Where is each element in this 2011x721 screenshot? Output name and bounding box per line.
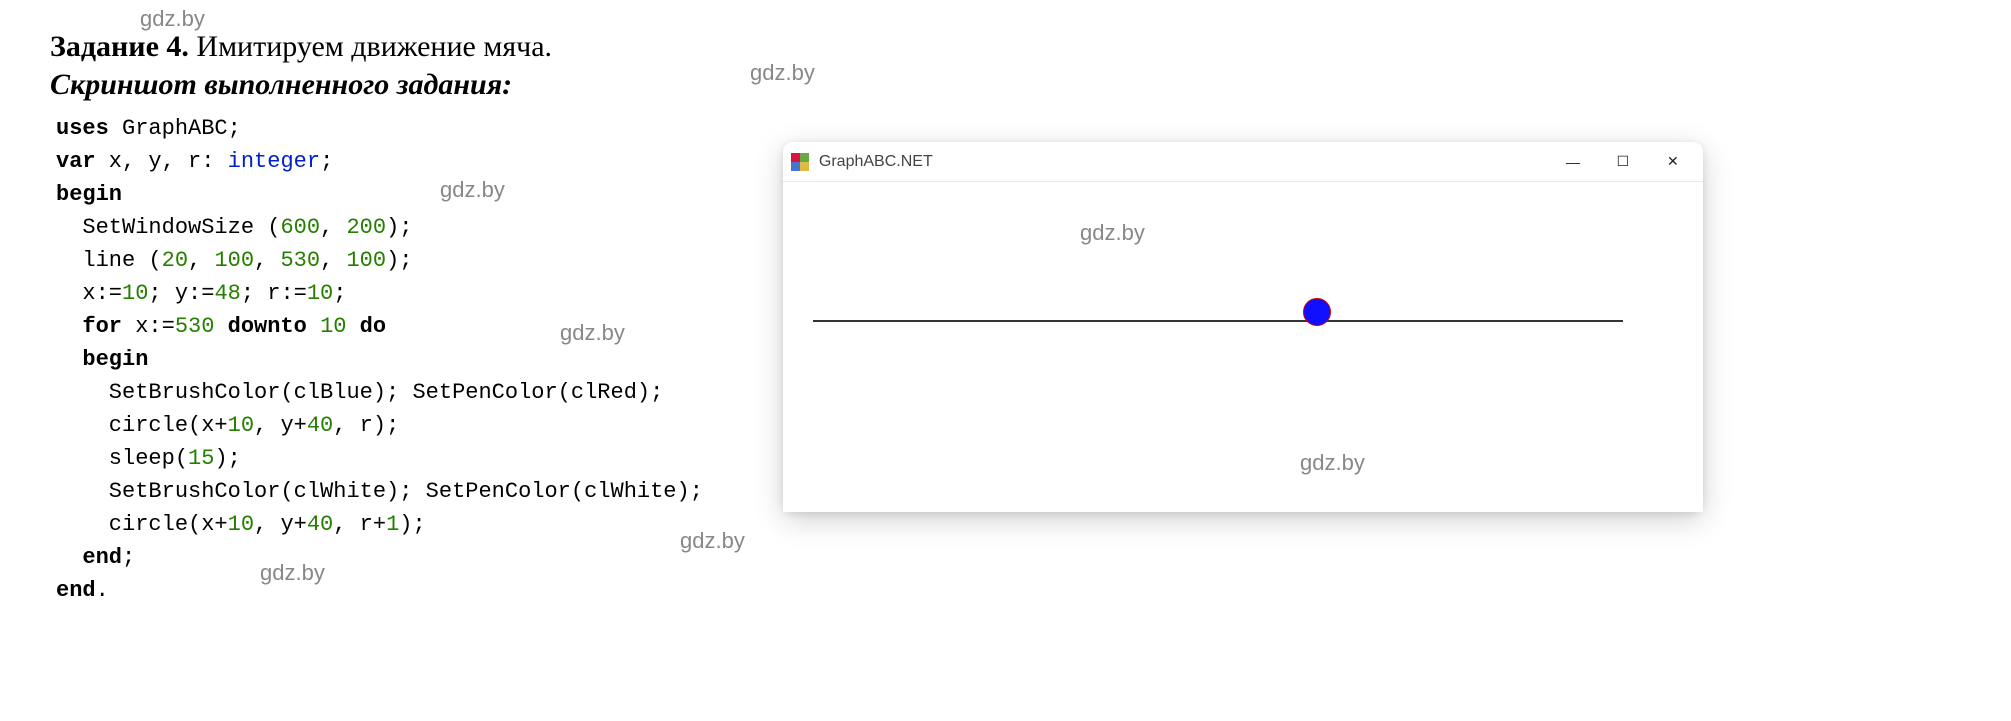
- code-text: sleep(: [56, 446, 188, 471]
- code-text: );: [386, 215, 412, 240]
- kw-for: for: [82, 314, 122, 339]
- screenshot-subheading: Скриншот выполненного задания:: [50, 68, 1961, 102]
- task-number: Задание 4.: [50, 30, 189, 63]
- code-text: , r);: [333, 413, 399, 438]
- code-text: line (: [56, 248, 162, 273]
- code-text: x:=: [122, 314, 175, 339]
- num: 600: [280, 215, 320, 240]
- num: 40: [307, 512, 333, 537]
- kw-var: var: [56, 149, 96, 174]
- num: 10: [320, 314, 346, 339]
- window-title: GraphABC.NET: [819, 153, 1561, 171]
- code-text: [346, 314, 359, 339]
- task-title: Имитируем движение мяча.: [189, 30, 552, 63]
- kw-end: end: [56, 545, 122, 570]
- app-icon: [791, 153, 809, 171]
- num: 15: [188, 446, 214, 471]
- code-text: ;: [320, 149, 333, 174]
- ball-icon: [1303, 298, 1331, 326]
- num: 530: [280, 248, 320, 273]
- window-controls: — ☐ ✕: [1561, 150, 1695, 174]
- code-text: ;: [122, 545, 135, 570]
- code-text: SetBrushColor(clWhite); SetPenColor(clWh…: [56, 479, 703, 504]
- num: 10: [307, 281, 333, 306]
- kw-do: do: [360, 314, 386, 339]
- watermark: gdz.by: [1080, 220, 1145, 246]
- code-text: , r+: [333, 512, 386, 537]
- num: 48: [214, 281, 240, 306]
- code-text: );: [399, 512, 425, 537]
- close-button[interactable]: ✕: [1661, 150, 1685, 174]
- kw-uses: uses: [56, 116, 109, 141]
- num: 100: [214, 248, 254, 273]
- code-text: circle(x+: [56, 512, 228, 537]
- code-text: ; y:=: [148, 281, 214, 306]
- code-text: ,: [188, 248, 214, 273]
- num: 40: [307, 413, 333, 438]
- watermark: gdz.by: [750, 60, 815, 86]
- num: 200: [346, 215, 386, 240]
- code-block: uses GraphABC; var x, y, r: integer; beg…: [50, 112, 703, 607]
- code-text: [307, 314, 320, 339]
- icon-sq: [791, 162, 800, 171]
- task-heading: Задание 4. Имитируем движение мяча.: [50, 30, 1961, 64]
- code-text: SetWindowSize (: [56, 215, 280, 240]
- code-text: GraphABC;: [109, 116, 241, 141]
- code-text: ,: [254, 248, 280, 273]
- type-integer: integer: [228, 149, 320, 174]
- ground-line: [813, 320, 1623, 322]
- num: 10: [228, 413, 254, 438]
- kw-begin: begin: [56, 182, 122, 207]
- watermark: gdz.by: [680, 528, 745, 554]
- maximize-button[interactable]: ☐: [1611, 150, 1635, 174]
- code-text: ;: [333, 281, 346, 306]
- icon-sq: [791, 153, 800, 162]
- watermark: gdz.by: [560, 320, 625, 346]
- graph-window: GraphABC.NET — ☐ ✕: [783, 142, 1703, 512]
- kw-begin: begin: [56, 347, 148, 372]
- code-text: circle(x+: [56, 413, 228, 438]
- code-text: .: [96, 578, 109, 603]
- kw-end: end: [56, 578, 96, 603]
- code-text: ,: [320, 248, 346, 273]
- code-text: );: [214, 446, 240, 471]
- content-row: uses GraphABC; var x, y, r: integer; beg…: [50, 112, 1961, 607]
- code-text: [214, 314, 227, 339]
- code-text: ,: [320, 215, 346, 240]
- minimize-button[interactable]: —: [1561, 150, 1585, 174]
- kw-downto: downto: [228, 314, 307, 339]
- num: 1: [386, 512, 399, 537]
- watermark: gdz.by: [140, 6, 205, 32]
- num: 530: [175, 314, 215, 339]
- num: 10: [228, 512, 254, 537]
- watermark: gdz.by: [440, 177, 505, 203]
- num: 10: [122, 281, 148, 306]
- code-text: , y+: [254, 413, 307, 438]
- code-text: x:=: [56, 281, 122, 306]
- num: 20: [162, 248, 188, 273]
- code-text: );: [386, 248, 412, 273]
- code-text: [56, 314, 82, 339]
- icon-sq: [800, 153, 809, 162]
- titlebar: GraphABC.NET — ☐ ✕: [783, 142, 1703, 182]
- icon-sq: [800, 162, 809, 171]
- code-text: x, y, r:: [96, 149, 228, 174]
- watermark: gdz.by: [260, 560, 325, 586]
- window-client: [783, 182, 1703, 512]
- code-text: SetBrushColor(clBlue); SetPenColor(clRed…: [56, 380, 663, 405]
- code-text: , y+: [254, 512, 307, 537]
- code-text: ; r:=: [241, 281, 307, 306]
- num: 100: [346, 248, 386, 273]
- watermark: gdz.by: [1300, 450, 1365, 476]
